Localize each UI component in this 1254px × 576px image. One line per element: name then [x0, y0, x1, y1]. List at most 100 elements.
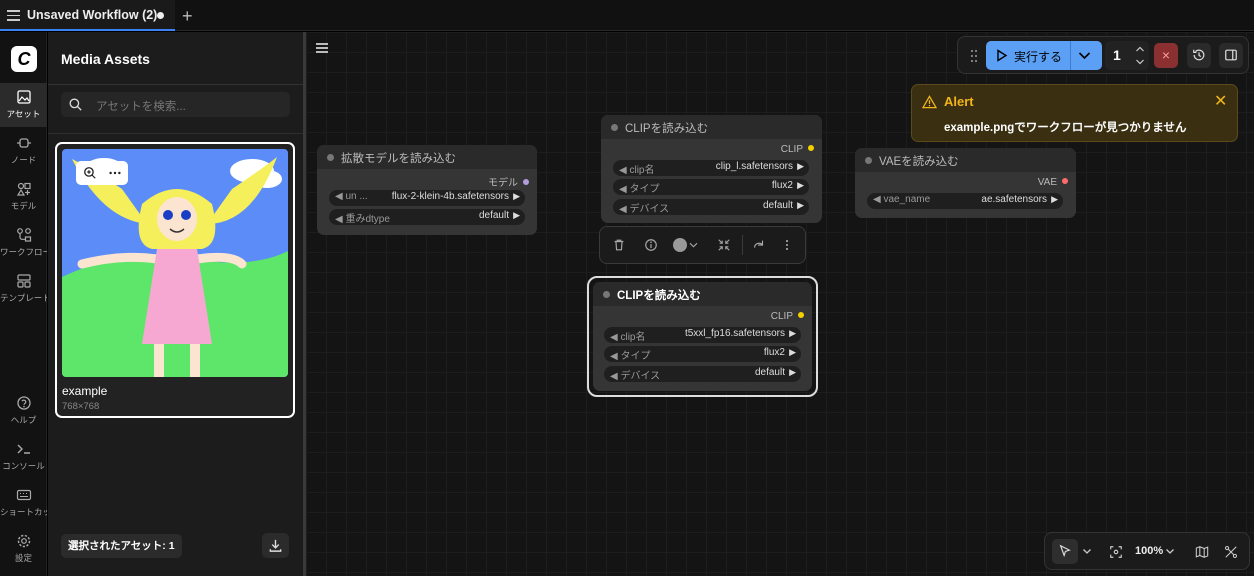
- arrow-right-icon: ▶: [797, 180, 804, 190]
- fit-view-icon[interactable]: [1109, 545, 1123, 559]
- menu-icon[interactable]: [7, 10, 20, 21]
- tab-title: Unsaved Workflow (2): [27, 8, 158, 22]
- run-button[interactable]: 実行する: [986, 41, 1102, 70]
- sidebar-rail: C アセット ノード モデル ワークフロー テンプレート ヘルプ コンソール シ…: [0, 32, 47, 576]
- download-button[interactable]: [262, 533, 289, 558]
- drag-handle-icon[interactable]: [970, 49, 978, 63]
- arrow-right-icon: ▶: [513, 210, 520, 220]
- node-selection-toolbar: [599, 226, 806, 264]
- divider: [48, 133, 303, 134]
- widget-device[interactable]: ◀ デバイス default ▶: [604, 366, 801, 382]
- zoom-level[interactable]: 100%: [1135, 545, 1163, 557]
- widget-device[interactable]: ◀ デバイス default ▶: [613, 199, 809, 215]
- arrow-right-icon: ▶: [513, 191, 520, 201]
- add-tab-button[interactable]: +: [182, 6, 193, 27]
- arrow-right-icon: ▶: [797, 161, 804, 171]
- unsaved-dot-icon: [157, 12, 164, 19]
- sidebar-item-assets[interactable]: アセット: [0, 83, 47, 127]
- sidebar-item-help[interactable]: ヘルプ: [0, 389, 47, 433]
- arrow-right-icon: ▶: [797, 200, 804, 210]
- widget-clip-name[interactable]: ◀ clip名 clip_l.safetensors ▶: [613, 160, 809, 176]
- sidebar-item-workflows[interactable]: ワークフロー: [0, 221, 47, 265]
- widget-unet-name[interactable]: ◀ un ... flux-2-klein-4b.safetensors ▶: [329, 190, 525, 206]
- widget-type[interactable]: ◀ タイプ flux2 ▶: [604, 346, 801, 362]
- terminal-icon: [17, 444, 30, 454]
- sidebar-item-shortcuts[interactable]: ショートカット: [0, 481, 47, 525]
- chevron-down-icon[interactable]: [1082, 547, 1092, 556]
- collapse-dot-icon[interactable]: [611, 124, 618, 131]
- collapse-icon[interactable]: [717, 238, 731, 252]
- pointer-icon: [1059, 544, 1071, 558]
- sidebar-item-nodes[interactable]: ノード: [0, 129, 47, 173]
- cancel-run-button[interactable]: ×: [1154, 43, 1178, 68]
- sidebar-right-icon: [1225, 49, 1237, 61]
- chevron-down-icon[interactable]: [689, 238, 698, 252]
- alert-title: Alert: [944, 94, 974, 109]
- node-header[interactable]: CLIPを読み込む: [593, 282, 812, 306]
- output-model[interactable]: モデル: [488, 174, 529, 189]
- node-load-clip-1[interactable]: CLIPを読み込む CLIP ◀ clip名 clip_l.safetensor…: [601, 115, 822, 223]
- widget-clip-name[interactable]: ◀ clip名 t5xxl_fp16.safetensors ▶: [604, 327, 801, 343]
- search-placeholder: アセットを検索...: [96, 101, 186, 113]
- asset-name: example: [62, 384, 108, 398]
- node-header[interactable]: VAEを読み込む: [855, 148, 1076, 172]
- output-clip[interactable]: CLIP: [781, 144, 814, 155]
- toggle-panel-button[interactable]: [1219, 43, 1243, 68]
- collapse-dot-icon[interactable]: [865, 157, 872, 164]
- redo-icon[interactable]: [752, 238, 766, 252]
- asset-dimensions: 768×768: [62, 401, 100, 412]
- asset-search-input[interactable]: アセットを検索...: [61, 92, 290, 117]
- more-options-icon[interactable]: [108, 166, 122, 180]
- media-assets-panel: Media Assets アセットを検索... example 768×768 …: [48, 32, 303, 576]
- chevron-down-icon[interactable]: [1165, 547, 1175, 556]
- info-icon[interactable]: [644, 238, 658, 252]
- widget-type[interactable]: ◀ タイプ flux2 ▶: [613, 179, 809, 195]
- shapes-icon: [16, 182, 31, 196]
- history-button[interactable]: [1187, 43, 1211, 68]
- app-logo[interactable]: C: [11, 46, 37, 72]
- thumbnail-actions: [76, 161, 128, 185]
- batch-count-stepper[interactable]: 1: [1105, 41, 1149, 70]
- minimap-icon[interactable]: [1195, 545, 1209, 559]
- more-vertical-icon[interactable]: [780, 238, 794, 252]
- run-controls: 実行する 1 ×: [957, 36, 1249, 74]
- arrow-right-icon: ▶: [789, 367, 796, 377]
- canvas-controls: 100%: [1044, 532, 1250, 570]
- tab-unsaved-workflow[interactable]: Unsaved Workflow (2): [0, 0, 175, 31]
- trash-icon[interactable]: [612, 238, 626, 252]
- sidebar-item-templates[interactable]: テンプレート: [0, 267, 47, 311]
- select-tool-button[interactable]: [1052, 539, 1078, 564]
- tab-bar: Unsaved Workflow (2) +: [0, 0, 1254, 31]
- node-load-vae[interactable]: VAEを読み込む VAE ◀ vae_name ae.safetensors ▶: [855, 148, 1076, 218]
- chevron-down-icon[interactable]: [1078, 50, 1091, 61]
- collapse-dot-icon[interactable]: [327, 154, 334, 161]
- chevron-up-icon[interactable]: [1135, 45, 1145, 53]
- output-clip[interactable]: CLIP: [771, 311, 804, 322]
- node-load-clip-2[interactable]: CLIPを読み込む CLIP ◀ clip名 t5xxl_fp16.safete…: [593, 282, 812, 391]
- selected-assets-count: 選択されたアセット: 1: [61, 534, 182, 558]
- template-icon: [16, 274, 31, 288]
- sidebar-item-settings[interactable]: 設定: [0, 527, 47, 571]
- widget-weight-dtype[interactable]: ◀ 重みdtype default ▶: [329, 209, 525, 225]
- sidebar-item-console[interactable]: コンソール: [0, 435, 47, 479]
- color-picker-icon[interactable]: [673, 238, 687, 252]
- hide-links-icon[interactable]: [1224, 545, 1238, 559]
- sidebar-item-models[interactable]: モデル: [0, 175, 47, 219]
- widget-vae-name[interactable]: ◀ vae_name ae.safetensors ▶: [867, 193, 1063, 209]
- history-icon: [1193, 49, 1205, 61]
- image-icon: [16, 90, 31, 104]
- node-header[interactable]: CLIPを読み込む: [601, 115, 822, 139]
- arrow-right-icon: ▶: [1051, 194, 1058, 204]
- node-load-diffusion-model[interactable]: 拡散モデルを読み込む モデル ◀ un ... flux-2-klein-4b.…: [317, 145, 537, 235]
- asset-card[interactable]: example 768×768: [55, 142, 295, 418]
- canvas-menu-icon[interactable]: [316, 43, 328, 53]
- node-icon: [16, 138, 31, 148]
- close-icon[interactable]: ✕: [1214, 91, 1227, 111]
- workflow-icon: [16, 228, 31, 242]
- node-header[interactable]: 拡散モデルを読み込む: [317, 145, 537, 169]
- asset-thumbnail[interactable]: [62, 149, 288, 377]
- collapse-dot-icon[interactable]: [603, 291, 610, 298]
- zoom-in-icon[interactable]: [83, 166, 97, 180]
- output-vae[interactable]: VAE: [1038, 177, 1068, 188]
- chevron-down-icon[interactable]: [1135, 58, 1145, 66]
